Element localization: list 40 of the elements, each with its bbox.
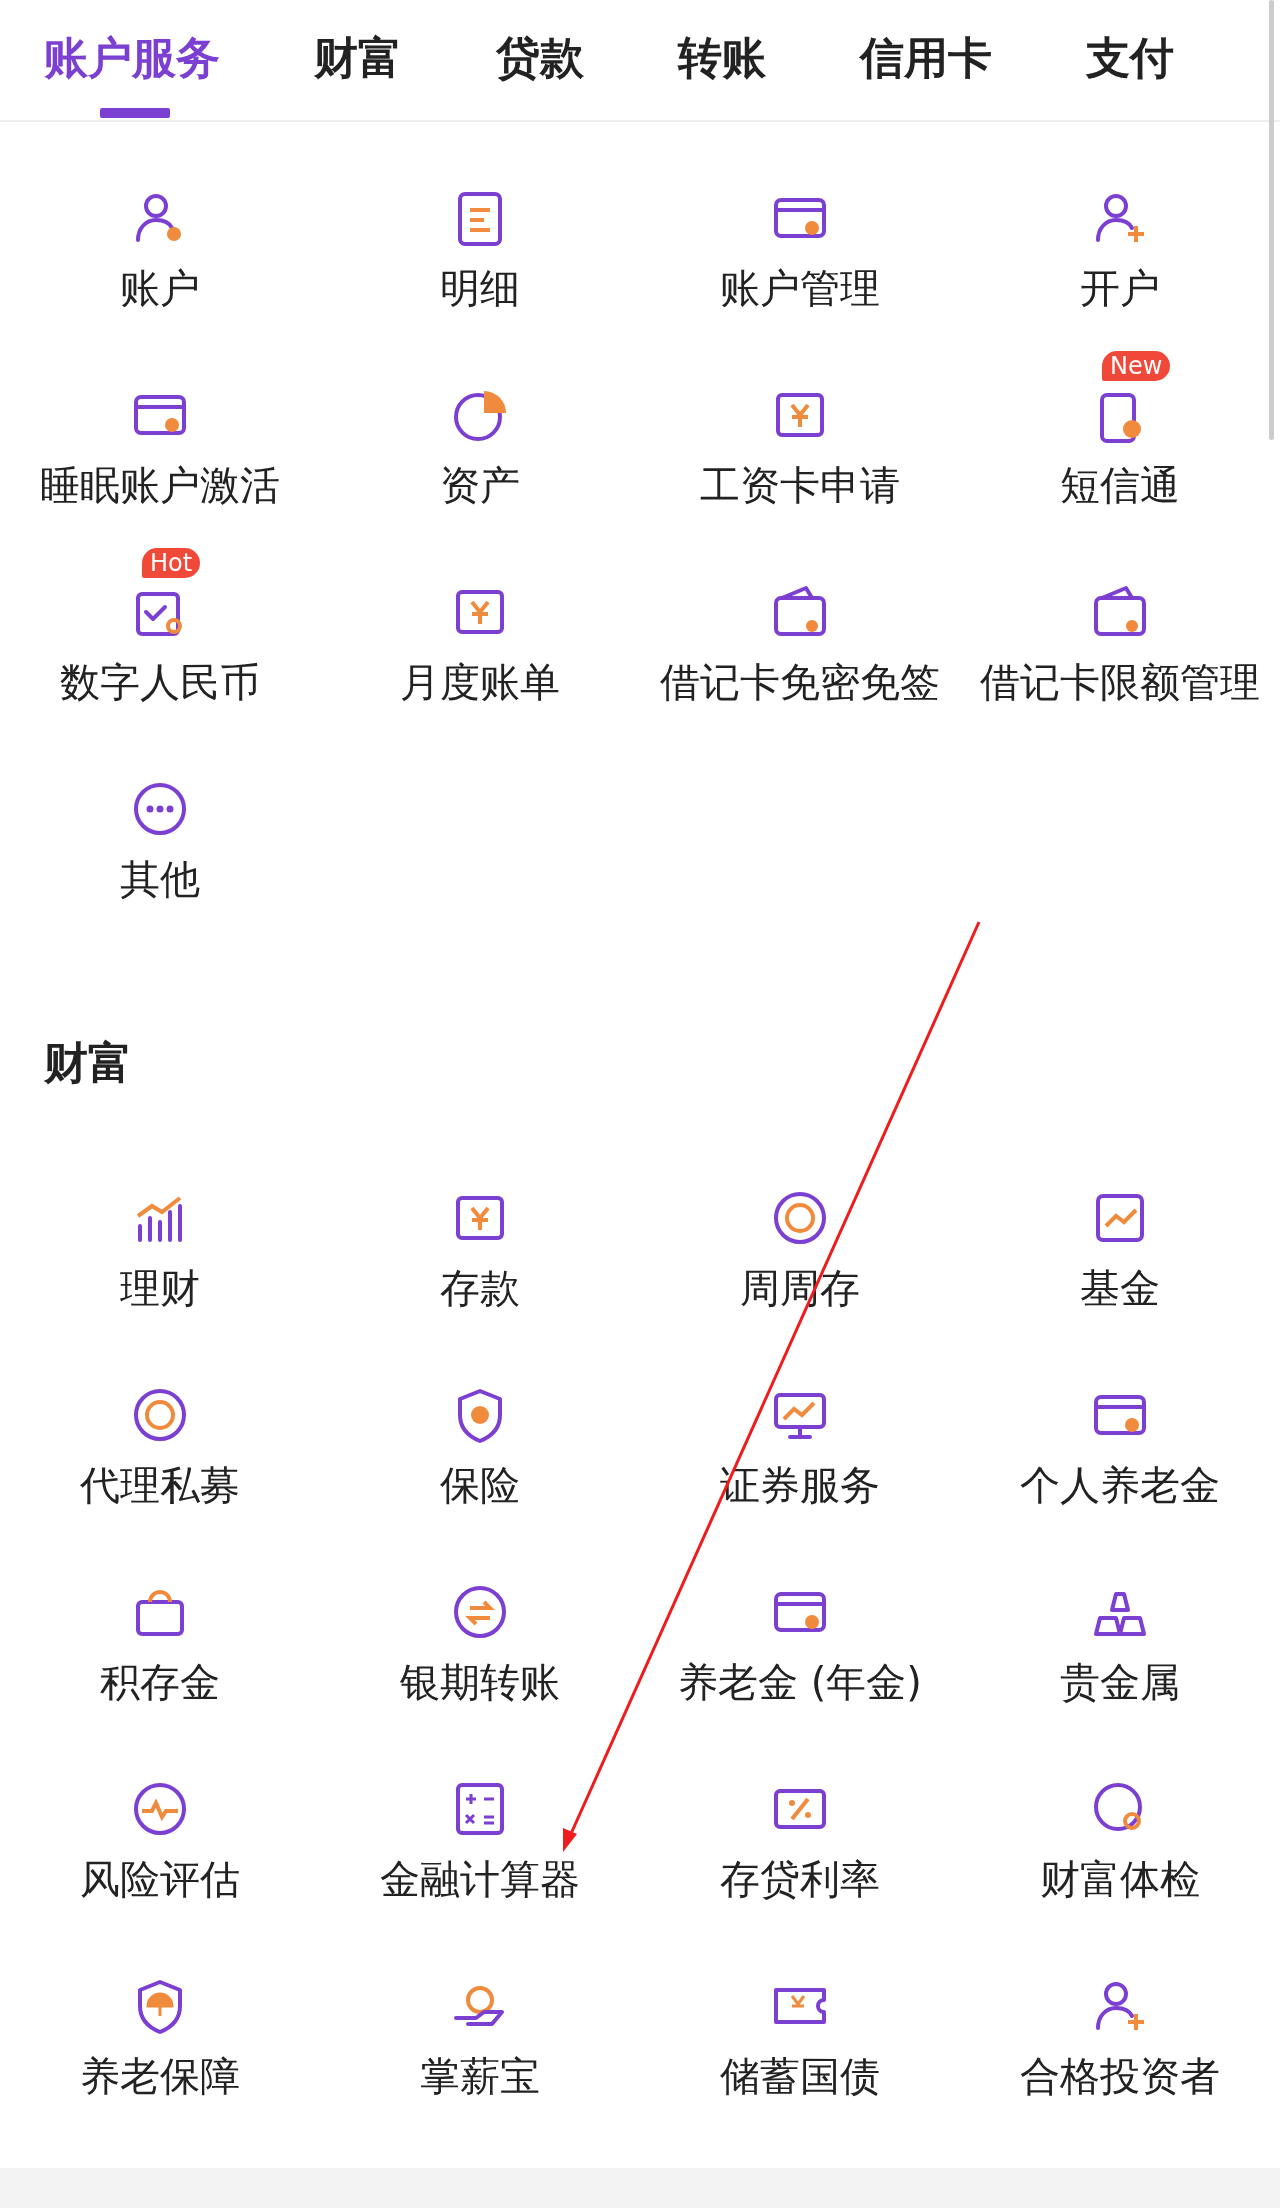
menu-item-label[interactable]: 存款 [440, 1264, 520, 1312]
menu-item-label[interactable]: 存贷利率 [720, 1855, 880, 1903]
menu-item-label[interactable]: 个人养老金 [1020, 1461, 1220, 1509]
section-heading: 财富 [43, 1036, 132, 1090]
menu-item-label[interactable]: 养老保障 [80, 2052, 240, 2100]
menu-item-label[interactable]: 借记卡限额管理 [980, 658, 1260, 706]
tab[interactable]: 账户服务 [44, 30, 220, 118]
tab[interactable]: 财富 [314, 30, 402, 118]
badge: New [1102, 351, 1171, 381]
menu-item-label[interactable]: 资产 [440, 461, 520, 509]
menu-item-label[interactable]: 数字人民币 [60, 658, 260, 706]
menu-item-label[interactable]: 财富体检 [1040, 1855, 1200, 1903]
menu-item-label[interactable]: 基金 [1080, 1264, 1160, 1312]
menu-item-label[interactable]: 理财 [120, 1264, 200, 1312]
menu-item-label[interactable]: 账户 [120, 264, 200, 312]
menu-item-label[interactable]: 借记卡免密免签 [660, 658, 940, 706]
menu-item-label[interactable]: 短信通 [1060, 461, 1180, 509]
tab[interactable]: 信用卡 [860, 30, 992, 118]
menu-item-label[interactable]: 工资卡申请 [700, 461, 900, 509]
menu-item-label[interactable]: 合格投资者 [1020, 2052, 1220, 2100]
badge: Hot [142, 548, 201, 578]
menu-item-label[interactable]: 贵金属 [1060, 1658, 1180, 1706]
menu-item-label[interactable]: 掌薪宝 [420, 2052, 540, 2100]
tab[interactable]: 支付 [1086, 30, 1174, 118]
menu-item-label[interactable]: 月度账单 [400, 658, 560, 706]
menu-item-label[interactable]: 账户管理 [720, 264, 880, 312]
menu-item-label[interactable]: 银期转账 [400, 1658, 560, 1706]
menu-item-label[interactable]: 明细 [440, 264, 520, 312]
menu-item-label[interactable]: 其他 [120, 855, 200, 903]
menu-item-label[interactable]: 保险 [440, 1461, 520, 1509]
menu-item-label[interactable]: 睡眠账户激活 [40, 461, 280, 509]
menu-item-label[interactable]: 代理私募 [80, 1461, 240, 1509]
menu-item-label[interactable]: 风险评估 [80, 1855, 240, 1903]
tab[interactable]: 转账 [678, 30, 766, 118]
tab[interactable]: 贷款 [496, 30, 584, 118]
menu-item-label[interactable]: 储蓄国债 [720, 2052, 880, 2100]
menu-item-label[interactable]: 金融计算器 [380, 1855, 580, 1903]
menu-item-label[interactable]: 开户 [1080, 264, 1160, 312]
menu-item-label[interactable]: 养老金 (年金) [678, 1658, 922, 1706]
menu-item-label[interactable]: 积存金 [100, 1658, 220, 1706]
